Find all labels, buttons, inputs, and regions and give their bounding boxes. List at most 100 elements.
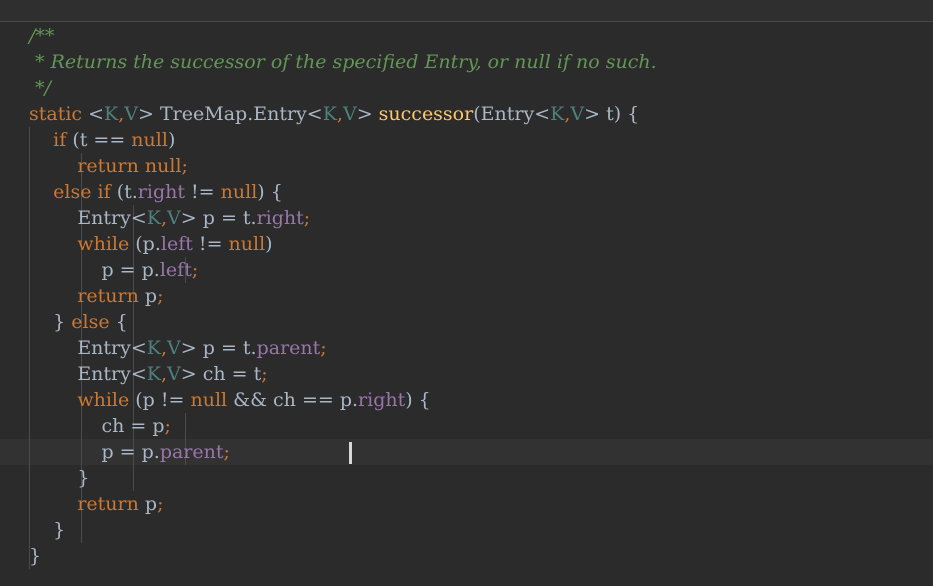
code-token-keyword: return (77, 285, 139, 307)
code-token-default: Entry (29, 207, 131, 229)
code-line[interactable]: ch = p; (29, 413, 171, 439)
code-token-default: } (29, 311, 72, 333)
code-token-default (29, 155, 77, 177)
code-token-field: left (159, 259, 192, 281)
code-line[interactable]: while (p.left != null) (29, 231, 272, 257)
text-caret (349, 442, 352, 464)
code-line[interactable]: } else { (29, 309, 128, 335)
code-line[interactable]: * Returns the successor of the specified… (29, 49, 657, 75)
code-token-default: (t. (110, 181, 138, 203)
code-line[interactable]: return p; (29, 491, 163, 517)
code-token-keyword: null (131, 129, 168, 151)
code-line[interactable]: } (29, 465, 89, 491)
code-token-keyword: ; (223, 441, 230, 463)
code-token-generic: K (146, 207, 161, 229)
code-token-keyword: null (220, 181, 258, 203)
code-token-comment: * Returns the successor of the specified… (29, 51, 657, 73)
code-token-default: p (138, 285, 158, 307)
code-token-default: > (356, 103, 379, 125)
code-token-default (29, 129, 53, 151)
code-token-default: > t) { (584, 103, 640, 125)
code-token-default: > (138, 103, 160, 125)
code-token-keyword: ; (181, 155, 188, 177)
code-token-default: (t == (66, 129, 132, 151)
code-token-field: right (137, 181, 185, 203)
code-token-default: < (130, 337, 147, 359)
code-line[interactable]: Entry<K,V> p = t.right; (29, 205, 310, 231)
code-token-default (29, 285, 77, 307)
code-token-default (29, 233, 77, 255)
code-token-default (29, 181, 53, 203)
code-line[interactable]: static <K,V> TreeMap.Entry<K,V> successo… (29, 101, 639, 127)
code-token-comment: */ (29, 77, 51, 99)
code-line[interactable]: if (t == null) (29, 127, 175, 153)
code-token-default: < (534, 103, 551, 125)
code-token-keyword: while (77, 233, 130, 255)
code-token-keyword: ; (261, 363, 268, 385)
code-line[interactable]: /** (29, 23, 54, 49)
code-token-default: > ch = t (180, 363, 262, 385)
code-token-keyword: if (53, 129, 67, 151)
code-token-field: left (160, 233, 193, 255)
code-line[interactable]: while (p != null && ch == p.right) { (29, 387, 431, 413)
code-line[interactable]: p = p.left; (29, 257, 198, 283)
code-token-keyword: ; (320, 337, 327, 359)
code-line[interactable]: */ (29, 75, 51, 101)
code-line[interactable]: } (29, 517, 65, 543)
code-token-generic: V (167, 363, 181, 385)
code-token-default: ( (473, 103, 481, 125)
code-token-keyword: return (77, 493, 139, 515)
code-token-default: p = p. (29, 259, 160, 281)
code-token-default (29, 493, 77, 515)
code-token-keyword: ; (303, 207, 311, 229)
code-token-generic: V (124, 103, 139, 125)
editor-surface[interactable]: /** * Returns the successor of the speci… (0, 22, 933, 586)
code-token-keyword: return (77, 155, 139, 177)
code-token-default: Entry (29, 363, 131, 385)
code-token-default: && ch == p. (227, 389, 359, 411)
code-token-keyword: null (228, 233, 266, 255)
code-token-keyword: null (190, 389, 228, 411)
code-token-keyword: else (71, 311, 110, 333)
code-token-default: Entry (480, 103, 535, 125)
code-token-keyword: if (97, 181, 111, 203)
code-token-default: ) { (257, 181, 283, 203)
code-token-default: (p. (129, 233, 161, 255)
code-token-default: < (306, 103, 323, 125)
code-line[interactable]: else if (t.right != null) { (29, 179, 283, 205)
code-token-field: parent (159, 441, 224, 463)
code-line[interactable]: p = p.parent; (29, 439, 230, 465)
code-token-default: > p = t. (180, 207, 257, 229)
code-token-keyword: ; (191, 259, 199, 281)
code-line[interactable]: Entry<K,V> p = t.parent; (29, 335, 327, 361)
code-token-default: p = p. (29, 441, 160, 463)
code-token-default: ) { (405, 389, 431, 411)
code-line[interactable]: return null; (29, 153, 188, 179)
code-token-default: } (29, 467, 90, 489)
code-token-default: p (138, 493, 158, 515)
code-token-default: < (130, 363, 147, 385)
code-text-layer[interactable]: /** * Returns the successor of the speci… (0, 22, 933, 586)
code-token-default: < (88, 103, 105, 125)
code-token-keyword: while (77, 389, 130, 411)
code-token-keyword: ; (157, 493, 164, 515)
code-token-default: (p != (129, 389, 191, 411)
code-token-default: Entry (29, 337, 131, 359)
code-editor-window: /** * Returns the successor of the speci… (0, 0, 933, 586)
code-line[interactable]: Entry<K,V> ch = t; (29, 361, 268, 387)
code-token-default: { (109, 311, 128, 333)
code-token-generic: K (550, 103, 565, 125)
code-line[interactable]: return p; (29, 283, 163, 309)
code-token-method: successor (378, 103, 474, 125)
code-token-generic: V (342, 103, 357, 125)
code-token-default: ) (167, 129, 176, 151)
code-token-generic: K (104, 103, 119, 125)
code-token-keyword: static (29, 103, 83, 125)
editor-top-strip (0, 0, 933, 21)
code-token-keyword: null (144, 155, 182, 177)
code-token-keyword: ; (164, 415, 171, 437)
code-token-keyword: ; (157, 285, 164, 307)
code-token-comment: /** (29, 25, 55, 47)
code-line[interactable]: } (29, 543, 41, 569)
code-token-default: < (130, 207, 147, 229)
